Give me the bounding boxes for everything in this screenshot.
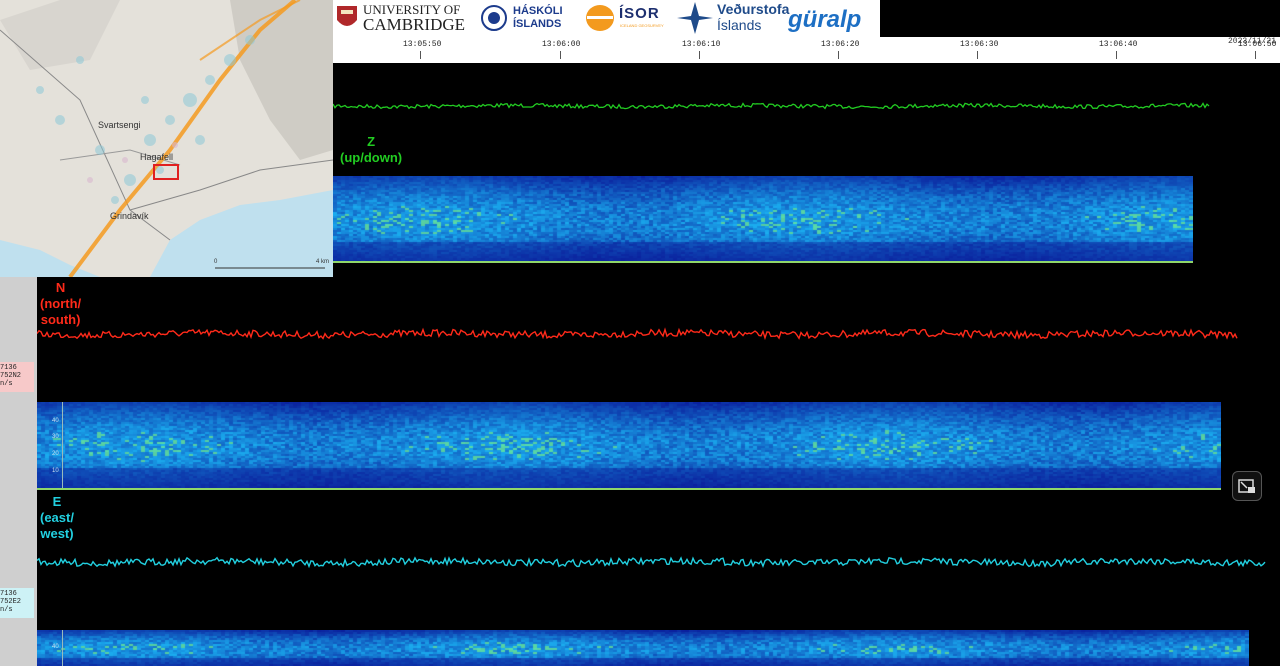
n-label-line2: (north/: [40, 296, 82, 311]
z-spectrogram: [333, 176, 1193, 262]
map-label-hagafell: Hagafell: [140, 152, 174, 162]
z-channel-label: Z (up/down): [340, 134, 402, 166]
n-info-line2: 752N2: [0, 372, 22, 380]
isor-logo-icon: [586, 5, 614, 31]
e-spec-yaxis: [62, 630, 63, 666]
tick-label: 13:06:50: [1238, 40, 1277, 49]
tick-mark: [1255, 51, 1256, 59]
n-channel-info: 7136 752N2 n/s: [0, 362, 34, 392]
e-channel-info: 7136 752E2 n/s: [0, 588, 34, 618]
vedurstofa-line1: Veðurstofa: [717, 1, 790, 17]
tick-mark: [560, 51, 561, 59]
n-spec-yaxis: [62, 402, 63, 488]
n-ytick-label: 10: [52, 468, 59, 474]
tick-mark: [699, 51, 700, 59]
vedurstofa-star-icon: [677, 2, 713, 34]
tick-mark: [977, 51, 978, 59]
guralp-logo-text: güralp: [788, 6, 862, 33]
hi-line1: HÁSKÓLI: [513, 5, 563, 17]
tick-mark: [1116, 51, 1117, 59]
n-spectrogram: [37, 402, 1221, 488]
e-info-line1: 7136: [0, 590, 17, 598]
e-spectrogram: [37, 630, 1249, 666]
map-label-grindavik: Grindavík: [110, 211, 149, 221]
z-label-line2: (up/down): [340, 150, 403, 165]
e-label-line2: (east/: [40, 510, 74, 525]
isor-text: ÍSOR: [619, 5, 660, 22]
tick-label: 13:06:00: [542, 40, 581, 49]
picture-in-picture-exit-icon: [1238, 479, 1255, 493]
map-graphic: [0, 0, 333, 277]
hi-line2: ÍSLANDS: [513, 18, 562, 30]
z-label-line1: Z: [367, 134, 376, 149]
tick-label: 13:06:10: [682, 40, 721, 49]
e-waveform: [37, 556, 1266, 569]
e-label-line1: E: [52, 494, 62, 509]
tick-label: 13:06:30: [960, 40, 999, 49]
e-info-line2: 752E2: [0, 598, 22, 606]
map-scale-end: 4 km: [316, 259, 330, 265]
n-info-line1: 7136: [0, 364, 17, 372]
n-ytick-label: 30: [52, 434, 59, 440]
e-ytick-label: 40: [52, 644, 59, 650]
e-channel-label: E (east/ west): [40, 494, 74, 542]
tick-label: 13:06:40: [1099, 40, 1138, 49]
hi-seal-icon: [481, 5, 507, 31]
z-waveform: [333, 102, 1210, 110]
tick-label: 13:05:50: [403, 40, 442, 49]
tick-mark: [838, 51, 839, 59]
vedurstofa-line2: Íslands: [717, 17, 762, 33]
e-label-line3: west): [40, 526, 74, 541]
cambridge-line2: CAMBRIDGE: [363, 15, 466, 34]
n-label-line1: N: [55, 280, 66, 295]
e-info-line3: n/s: [0, 606, 13, 614]
partner-logos-bar: UNIVERSITY OF CAMBRIDGE HÁSKÓLI ÍSLANDS …: [333, 0, 880, 37]
tick-mark: [420, 51, 421, 59]
n-channel-label: N (north/ south): [40, 280, 81, 328]
n-ytick-label: 40: [52, 418, 59, 424]
n-baseline: [37, 488, 1221, 490]
map-label-svartsengi: Svartsengi: [98, 120, 141, 130]
n-ytick-label: 20: [52, 451, 59, 457]
pip-exit-button[interactable]: [1232, 471, 1262, 501]
cambridge-crest-icon: [337, 6, 357, 26]
location-map: Svartsengi Hagafell Grindavík 0 4 km: [0, 0, 333, 277]
n-info-line3: n/s: [0, 380, 13, 388]
isor-subtext: ICELAND GEOSURVEY: [620, 23, 664, 28]
n-waveform: [37, 327, 1238, 341]
map-scale-start: 0: [214, 259, 218, 265]
tick-label: 13:06:20: [821, 40, 860, 49]
time-axis: 2023/11/21 13:05:50 13:06:00 13:06:10 13…: [333, 37, 1280, 63]
z-baseline: [333, 261, 1193, 263]
